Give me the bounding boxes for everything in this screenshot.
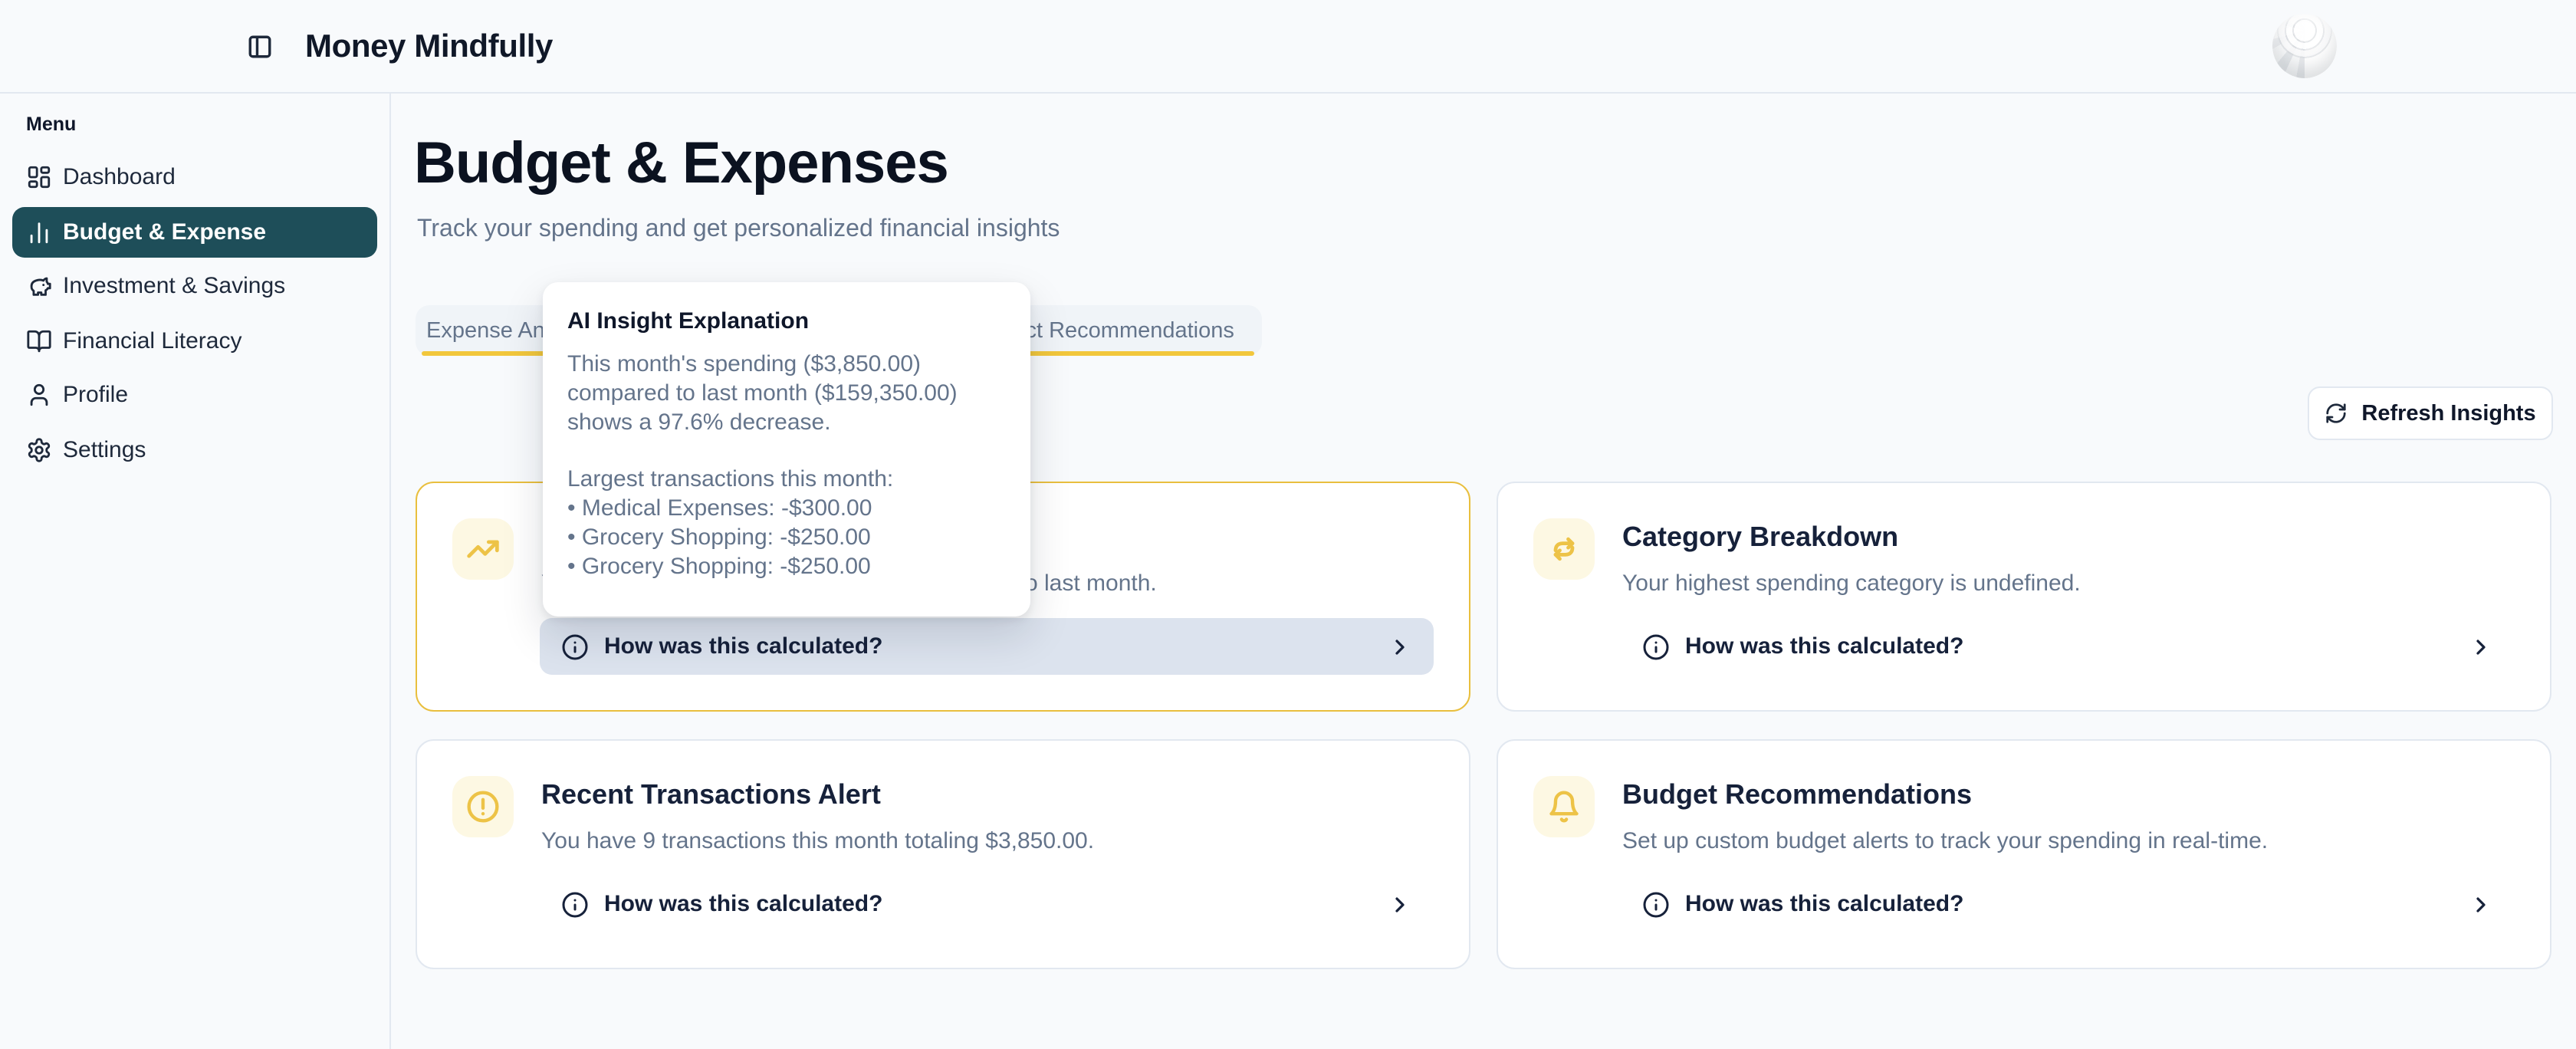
user-icon: [26, 382, 52, 408]
chevron-right-icon: [1388, 892, 1412, 916]
sidebar-nav: Dashboard Budget & Expense Investme: [12, 152, 377, 478]
card-subtitle: You have 9 transactions this month total…: [541, 828, 1094, 854]
sidebar-item-profile[interactable]: Profile: [12, 370, 377, 420]
trending-up-icon: [466, 532, 500, 566]
how-calculated-label: How was this calculated?: [604, 891, 882, 917]
sidebar-item-label: Profile: [63, 382, 128, 408]
tooltip-body: This month's spending ($3,850.00) compar…: [567, 350, 1006, 581]
icon-tile: [452, 518, 514, 580]
repeat-arrows-icon: [1547, 532, 1581, 566]
card-subtitle: Set up custom budget alerts to track you…: [1622, 828, 2268, 854]
sidebar: Menu Dashboard Budget & Expense: [0, 94, 391, 1049]
tooltip-bullet: • Medical Expenses: -$300.00: [567, 494, 1006, 523]
piggy-bank-icon: [26, 273, 52, 299]
sidebar-item-investment-savings[interactable]: Investment & Savings: [12, 261, 377, 311]
info-icon: [561, 633, 589, 660]
how-calculated-label: How was this calculated?: [1685, 891, 1963, 917]
how-calculated-label: How was this calculated?: [1685, 633, 1963, 659]
tooltip-title: AI Insight Explanation: [567, 308, 1006, 334]
budget-recommendations-card: Budget Recommendations Set up custom bud…: [1497, 739, 2551, 969]
menu-section-label: Menu: [26, 113, 76, 135]
info-icon: [1642, 633, 1670, 660]
how-calculated-label: How was this calculated?: [604, 633, 882, 659]
info-icon: [1642, 890, 1670, 918]
tooltip-list-heading: Largest transactions this month:: [567, 465, 1006, 494]
category-breakdown-card: Category Breakdown Your highest spending…: [1497, 482, 2551, 712]
tooltip-bullet: • Grocery Shopping: -$250.00: [567, 552, 1006, 581]
card-subtitle: Your highest spending category is undefi…: [1622, 571, 2081, 597]
page-title: Budget & Expenses: [414, 129, 948, 199]
how-calculated-button[interactable]: How was this calculated?: [1621, 618, 2515, 675]
chevron-right-icon: [1388, 634, 1412, 659]
icon-tile: [452, 776, 514, 837]
card-title: Category Breakdown: [1622, 521, 1898, 554]
sidebar-item-budget-expense[interactable]: Budget & Expense: [12, 206, 377, 257]
icon-tile: [1533, 518, 1595, 580]
sidebar-item-financial-literacy[interactable]: Financial Literacy: [12, 315, 377, 366]
sidebar-item-settings[interactable]: Settings: [12, 424, 377, 475]
sidebar-item-label: Investment & Savings: [63, 273, 285, 299]
app-title: Money Mindfully: [305, 0, 553, 94]
sidebar-item-label: Budget & Expense: [63, 219, 266, 245]
icon-tile: [1533, 776, 1595, 837]
tooltip-paragraph: This month's spending ($3,850.00) compar…: [567, 350, 1006, 437]
tooltip-bullet: • Grocery Shopping: -$250.00: [567, 523, 1006, 552]
chevron-right-icon: [2469, 634, 2493, 659]
bar-chart-icon: [26, 219, 52, 245]
sidebar-item-label: Dashboard: [63, 164, 176, 190]
money-mindfully-app: Money Mindfully Menu Dashboard: [0, 0, 2576, 1049]
bell-icon: [1547, 790, 1581, 824]
refresh-insights-button[interactable]: Refresh Insights: [2308, 386, 2553, 440]
how-calculated-button[interactable]: How was this calculated?: [540, 876, 1434, 932]
how-calculated-button[interactable]: How was this calculated?: [540, 618, 1434, 675]
ai-insight-tooltip: AI Insight Explanation This month's spen…: [543, 282, 1030, 617]
sidebar-item-label: Financial Literacy: [63, 327, 242, 354]
card-title: Recent Transactions Alert: [541, 779, 881, 811]
alert-circle-icon: [466, 790, 500, 824]
page-subtitle: Track your spending and get personalized…: [417, 216, 1060, 244]
user-avatar[interactable]: [2272, 14, 2337, 78]
dashboard-grid-icon: [26, 164, 52, 190]
sidebar-item-label: Settings: [63, 436, 146, 462]
open-book-icon: [26, 327, 52, 354]
screenshot-stage: Money Mindfully Menu Dashboard: [0, 0, 2576, 1049]
card-title: Budget Recommendations: [1622, 779, 1972, 811]
sidebar-toggle-icon[interactable]: [247, 34, 273, 60]
refresh-icon: [2325, 402, 2348, 425]
sidebar-item-dashboard[interactable]: Dashboard: [12, 152, 377, 202]
chevron-right-icon: [2469, 892, 2493, 916]
how-calculated-button[interactable]: How was this calculated?: [1621, 876, 2515, 932]
info-icon: [561, 890, 589, 918]
recent-transactions-card: Recent Transactions Alert You have 9 tra…: [416, 739, 1470, 969]
top-header: Money Mindfully: [0, 0, 2576, 94]
refresh-button-label: Refresh Insights: [2361, 401, 2535, 426]
gear-icon: [26, 436, 52, 462]
